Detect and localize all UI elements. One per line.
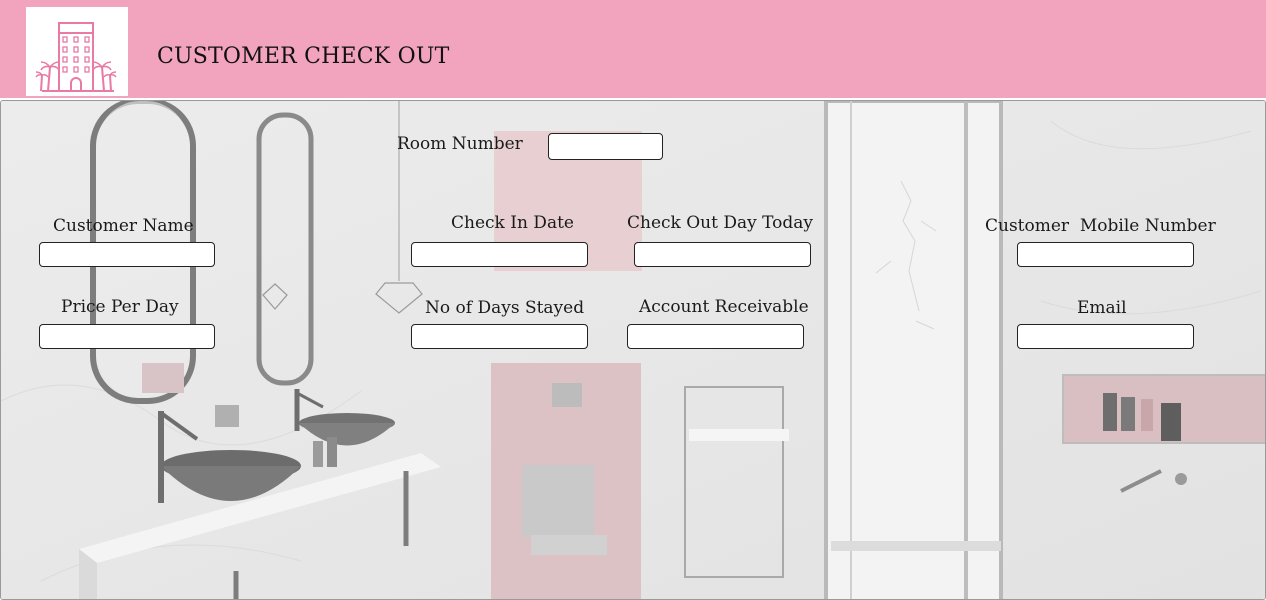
check-out-day-today-field[interactable] (634, 242, 811, 267)
account-receivable-label: Account Receivable (639, 297, 809, 317)
email-field[interactable] (1017, 324, 1194, 349)
customer-name-label: Customer Name (53, 216, 194, 236)
customer-name-field[interactable] (39, 242, 215, 267)
room-number-field[interactable] (548, 133, 663, 160)
price-per-day-field[interactable] (39, 324, 215, 349)
check-in-date-label: Check In Date (451, 213, 574, 233)
check-out-day-today-label: Check Out Day Today (627, 213, 814, 233)
customer-mobile-number-field[interactable] (1017, 242, 1194, 267)
no-of-days-stayed-label: No of Days Stayed (425, 298, 585, 318)
email-label: Email (1077, 298, 1127, 318)
form-panel: Room Number Customer Name Check In Date … (0, 100, 1266, 600)
logo (26, 7, 128, 96)
check-in-date-field[interactable] (411, 242, 588, 267)
no-of-days-stayed-field[interactable] (411, 324, 588, 349)
account-receivable-field[interactable] (627, 324, 804, 349)
hotel-building-icon (35, 22, 117, 92)
header-bar: CUSTOMER CHECK OUT (0, 0, 1266, 98)
room-number-label: Room Number (397, 134, 523, 154)
price-per-day-label: Price Per Day (61, 297, 179, 317)
customer-mobile-number-label: Customer Mobile Number (985, 216, 1216, 236)
page-title: CUSTOMER CHECK OUT (157, 44, 450, 69)
bathroom-background-image (1, 101, 1265, 599)
